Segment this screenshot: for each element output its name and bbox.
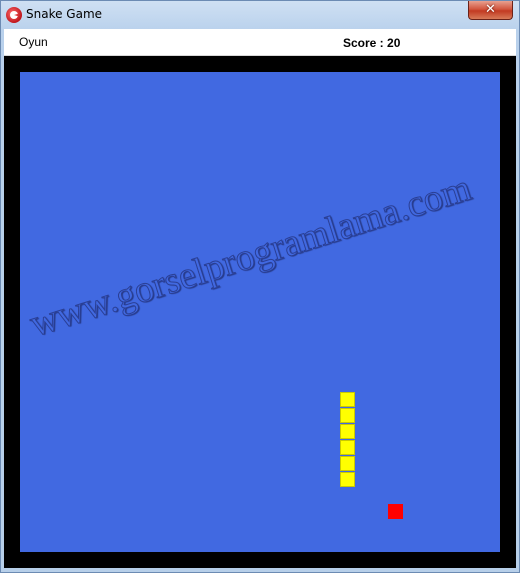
close-button[interactable]: ✕ <box>468 1 513 20</box>
snake-head <box>340 392 355 407</box>
food-pellet <box>388 504 403 519</box>
game-board[interactable]: www.gorselprogramlama.com <box>20 72 500 552</box>
client-area: Oyun Score : 20 www.gorselprogramlama.co… <box>4 29 516 568</box>
window-title: Snake Game <box>26 7 103 21</box>
watermark-text: www.gorselprogramlama.com <box>25 166 477 346</box>
title-bar[interactable]: Snake Game ✕ <box>1 1 519 29</box>
menu-item-oyun[interactable]: Oyun <box>19 35 48 49</box>
menu-bar: Oyun Score : 20 <box>4 29 516 56</box>
snake-tail <box>340 472 355 487</box>
snake-segment <box>340 440 355 455</box>
snake-segment <box>340 456 355 471</box>
snake-segment <box>340 424 355 439</box>
score-label: Score : 20 <box>343 36 401 50</box>
app-icon <box>6 7 22 23</box>
close-icon: ✕ <box>485 2 496 17</box>
snake-segment <box>340 408 355 423</box>
game-window: Snake Game ✕ Oyun Score : 20 www.gorselp… <box>0 0 520 573</box>
